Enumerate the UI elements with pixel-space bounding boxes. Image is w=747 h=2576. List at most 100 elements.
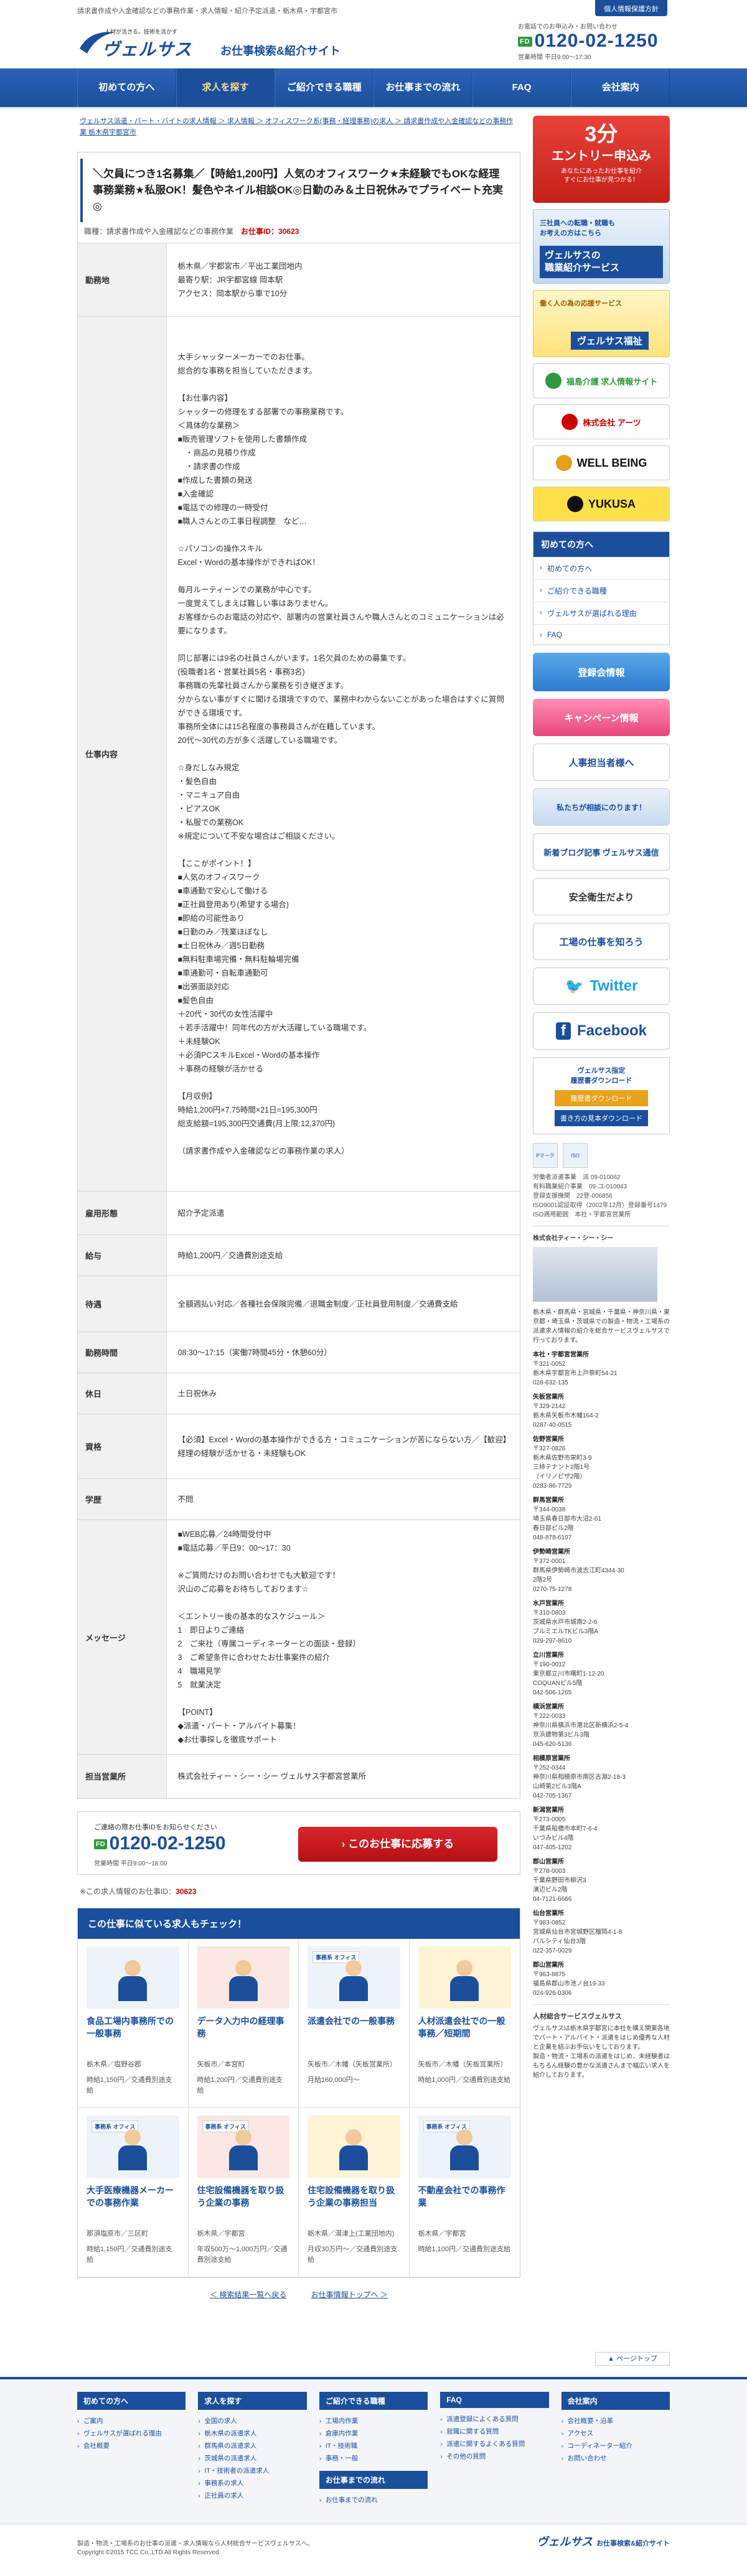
- side-menu-item[interactable]: ヴェルサスが選ばれる理由: [533, 602, 669, 624]
- entry-title: エントリー申込み: [552, 149, 651, 163]
- top-strip: 請求書作成や入金確認などの事務作業・求人情報・紹介予定派遣・栃木県・宇都宮市 個…: [0, 0, 747, 19]
- consult-button[interactable]: 私たちが相談にのります！: [533, 788, 670, 826]
- footer-logo[interactable]: ヴェルサス お仕事検索&紹介サイト: [537, 2533, 670, 2549]
- apply-phone-number[interactable]: FD 0120-02-1250: [94, 1833, 226, 1854]
- detail-row-benefits: 待遇 全額週払い対応／各種社会保険完備／退職金制度／正社員登用制度／交通費支給: [78, 1276, 520, 1332]
- similar-location: 栃木県／塩野谷郡: [87, 2060, 141, 2068]
- similar-card[interactable]: 事務系 オフィス 不動産会社での事務作業 栃木県／宇都宮 時給1,100円／交通…: [409, 2108, 520, 2277]
- similar-card[interactable]: 住宅設備機器を取り扱う企業の事務担当 栃木県／湯津上(工業団地内) 月収30万円…: [299, 2107, 410, 2277]
- similar-card[interactable]: データ入力中の経理事務 矢板市／本宮町 時給1,200円／交通費別途支給: [188, 1938, 299, 2108]
- similar-card[interactable]: 人材派遣会社での一般事務／短期間 矢板市／木幡（矢板営業所） 時給1,000円／…: [409, 1939, 520, 2108]
- footer-link[interactable]: 事務系の求人: [198, 2477, 306, 2490]
- cert-text: 労働者派遣事業 派 09-010062 有料職業紹介事業 09-ユ-010043…: [533, 1174, 667, 1218]
- side-menu-item[interactable]: ご紹介できる職種: [533, 579, 669, 602]
- employer-button[interactable]: 人事担当者様へ: [533, 744, 670, 781]
- partner-banner-wellbeing[interactable]: WELL BEING: [533, 446, 670, 480]
- similar-card[interactable]: 食品工場内事務所での一般事務 栃木県／塩野谷郡 時給1,150円／交通費別途支給: [78, 1938, 189, 2108]
- footer-link[interactable]: ご案内: [77, 2415, 186, 2427]
- footer-link[interactable]: 派遣登録によくある質問: [440, 2413, 548, 2425]
- office-name: 本社・宇都宮営業所: [533, 1351, 589, 1358]
- footer-link[interactable]: 工場内作業: [319, 2415, 428, 2427]
- office-name: 矢板営業所: [533, 1394, 564, 1401]
- footer-link[interactable]: お仕事までの流れ: [319, 2494, 428, 2506]
- footer-link[interactable]: 事務・一般: [319, 2452, 428, 2465]
- nav-faq[interactable]: FAQ: [472, 68, 571, 107]
- blog-button[interactable]: 新着ブログ記事 ヴェルサス通信: [533, 833, 670, 870]
- footer-link[interactable]: IT・技術者の派遣求人: [198, 2465, 306, 2477]
- about-text: ヴェルサスは栃木県宇都宮に本社を構え関東各地でパート・アルバイト・派遣をはじめ優…: [533, 2025, 670, 2079]
- placement-banner[interactable]: 三社員への転職・就職も お考えの方はこちら ヴェルサスの 職業紹介サービス: [533, 209, 670, 284]
- partner-banner-yukusa[interactable]: YUKUSA: [533, 487, 670, 521]
- nav-company[interactable]: 会社案内: [571, 68, 670, 107]
- footer-link[interactable]: お問い合わせ: [561, 2452, 670, 2465]
- nav-find-jobs[interactable]: 求人を探す: [176, 68, 275, 107]
- side-menu-item[interactable]: 初めての方へ: [533, 557, 669, 579]
- header-phone: お電話でのお申込み・お問い合わせ FD 0120-02-1250 営業時間 平日9…: [518, 21, 667, 61]
- resume-download-button[interactable]: 履歴書ダウンロード: [555, 1090, 648, 1106]
- office-name: 立川営業所: [533, 1652, 564, 1659]
- similar-card[interactable]: 事務系 オフィス 大手医療機器メーカーでの事務作業 那須塩原市／三区町 時給1,…: [78, 2107, 189, 2277]
- apply-message: ご連絡の際お仕事IDをお知らせください: [94, 1823, 217, 1831]
- nav-job-types[interactable]: ご紹介できる職種: [275, 68, 374, 107]
- entry-banner[interactable]: 3分 エントリー申込み あなたにあったお仕事を紹介 すぐにお仕事が見つかる！: [533, 116, 670, 203]
- seminar-button[interactable]: 登録会情報: [533, 653, 670, 691]
- similar-wage: 年収500万〜1,000万円／交通費別途支給: [197, 2245, 288, 2264]
- job-thumbnail: 事務系 オフィス: [197, 2115, 289, 2178]
- factory-work-button[interactable]: 工場の仕事を知ろう: [533, 923, 670, 960]
- partner-banner-kaigo[interactable]: 福島介護 求人情報サイト: [533, 363, 670, 398]
- similar-heading: この仕事に似ている求人もチェック！: [78, 1908, 520, 1939]
- campaign-button[interactable]: キャンペーン情報: [533, 699, 670, 736]
- apply-button[interactable]: › このお仕事に応募する: [298, 1826, 497, 1862]
- similar-jobs: この仕事に似ている求人もチェック！ 食品工場内事務所での一般事務 栃木県／塩野谷…: [77, 1907, 520, 2278]
- facebook-button[interactable]: f Facebook: [533, 1012, 670, 1050]
- footer-link[interactable]: 全国の求人: [198, 2415, 306, 2427]
- resume-sample-download-button[interactable]: 書き方の見本ダウンロード: [555, 1110, 648, 1126]
- footer-link[interactable]: IT・技術職: [319, 2440, 428, 2452]
- footer-link[interactable]: 栃木県の派遣求人: [198, 2427, 306, 2440]
- breadcrumb[interactable]: ヴェルサス派遣・パート・バイトの求人情報 ＞ 求人情報 ＞ オフィスワーク系(事…: [77, 112, 520, 143]
- jobs-top-link[interactable]: お仕事情報トップへ ＞: [311, 2290, 388, 2299]
- safety-button[interactable]: 安全衛生だより: [533, 878, 670, 915]
- similar-title[interactable]: 住宅設備機器を取り扱う企業の事務: [197, 2184, 290, 2221]
- site-logo[interactable]: 人材が活きる。技術を活かす ヴェルサス お仕事検索&紹介サイト: [77, 24, 401, 61]
- similar-card[interactable]: 事務系 オフィス 住宅設備機器を取り扱う企業の事務 栃木県／宇都宮 年収500万…: [188, 2107, 299, 2277]
- page-top-button[interactable]: ▲ ページトップ: [595, 2352, 670, 2366]
- similar-wage: 月収30万円〜／交通費別途支給: [308, 2245, 398, 2264]
- footer-link[interactable]: 正社員の求人: [198, 2490, 306, 2502]
- similar-title[interactable]: 住宅設備機器を取り扱う企業の事務担当: [308, 2184, 400, 2221]
- footer-link[interactable]: 倉庫内作業: [319, 2427, 428, 2440]
- similar-title[interactable]: 派遣会社での一般事務: [308, 2015, 400, 2052]
- privacy-policy-link[interactable]: 個人情報保護方針: [595, 0, 667, 16]
- office-name: 郡山営業所: [533, 1962, 564, 1969]
- footer-link[interactable]: ヴェルサスが選ばれる理由: [77, 2427, 186, 2440]
- similar-title[interactable]: データ入力中の経理事務: [197, 2015, 290, 2052]
- similar-title[interactable]: 食品工場内事務所での一般事務: [87, 2015, 179, 2052]
- nav-first-time[interactable]: 初めての方へ: [77, 68, 176, 107]
- global-nav: 初めての方へ 求人を探す ご紹介できる職種 お仕事までの流れ FAQ 会社案内: [0, 68, 747, 107]
- footer-link[interactable]: アクセス: [561, 2427, 670, 2440]
- side-menu-item[interactable]: FAQ: [533, 624, 669, 645]
- footer-link[interactable]: 派遣に関するよくある質問: [440, 2438, 548, 2450]
- partner-banner-arts[interactable]: 株式会社 アーツ: [533, 404, 670, 439]
- similar-wage: 時給1,150円／交通費別途支給: [87, 2076, 172, 2094]
- footer-link[interactable]: その他の質問: [440, 2450, 548, 2463]
- footer-link[interactable]: 会社概要・沿革: [561, 2415, 670, 2427]
- footer-link[interactable]: 群馬県の派遣求人: [198, 2440, 306, 2452]
- job-id-footer: ※この求人情報のお仕事ID：30623: [80, 1887, 197, 1896]
- facebook-icon: f: [555, 1022, 571, 1040]
- twitter-button[interactable]: 🐦 Twitter: [533, 968, 670, 1005]
- footer-link[interactable]: 会社概要: [77, 2440, 186, 2452]
- welfare-banner[interactable]: 働く人の為の応援サービス ヴェルサス福祉: [533, 290, 670, 357]
- footer-link[interactable]: 茨城県の派遣求人: [198, 2452, 306, 2465]
- detail-row-message: メッセージ ■WEB応募／24時間受付中 ■電話応募／平日9：00〜17：30 ※…: [78, 1519, 520, 1755]
- footer-link[interactable]: 就職に関する質問: [440, 2425, 548, 2438]
- phone-number[interactable]: FD 0120-02-1250: [518, 30, 667, 52]
- back-to-results-link[interactable]: ＜ 検索結果一覧へ戻る: [210, 2290, 286, 2299]
- similar-title[interactable]: 大手医療機器メーカーでの事務作業: [87, 2184, 179, 2221]
- similar-title[interactable]: 不動産会社での事務作業: [418, 2184, 512, 2221]
- nav-flow[interactable]: お仕事までの流れ: [374, 68, 472, 107]
- similar-card[interactable]: 事務系 オフィス 派遣会社での一般事務 矢板市／木幡（矢板営業所） 月給160,…: [299, 1938, 410, 2108]
- similar-title[interactable]: 人材派遣会社での一般事務／短期間: [418, 2015, 512, 2052]
- footer-link[interactable]: コーディネーター紹介: [561, 2440, 670, 2452]
- similar-wage: 時給1,000円／交通費別途支給: [418, 2076, 511, 2084]
